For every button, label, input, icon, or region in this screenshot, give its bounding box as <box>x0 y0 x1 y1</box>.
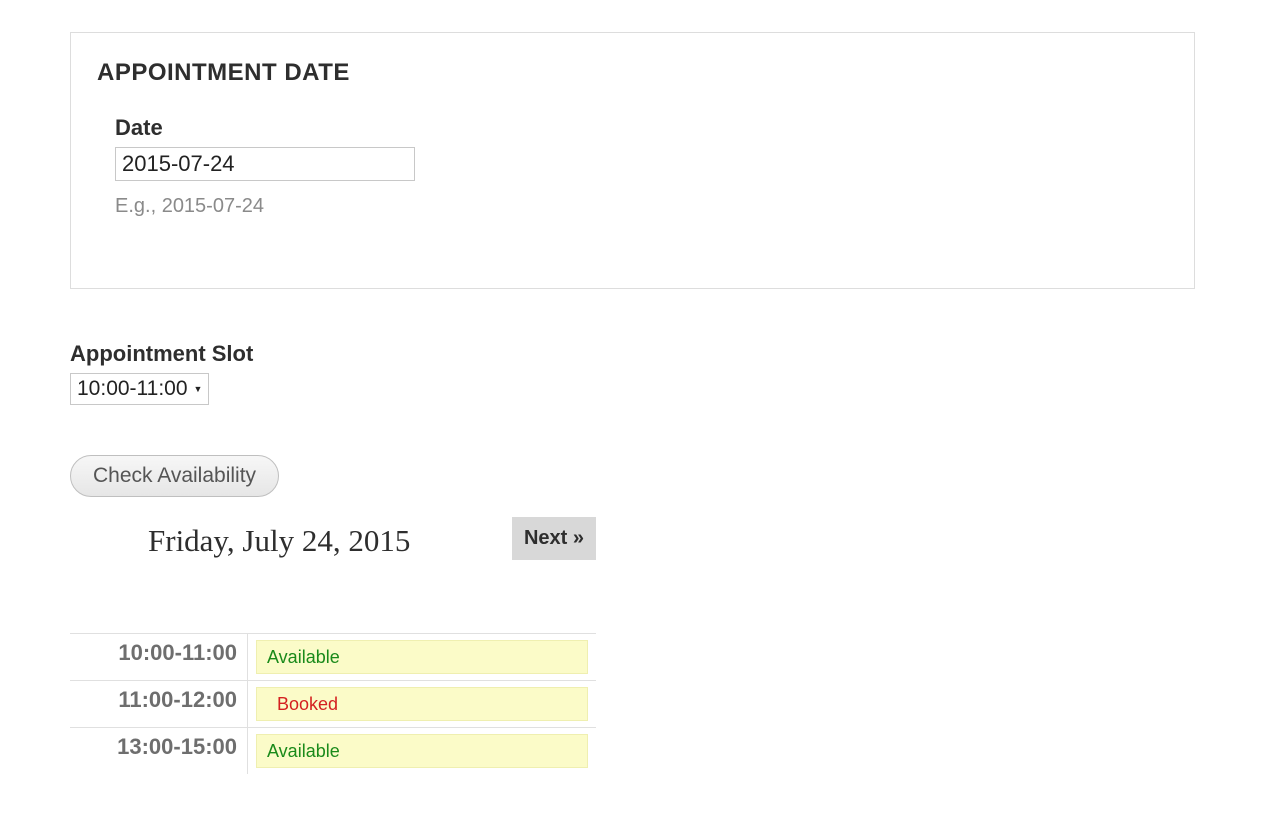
next-button[interactable]: Next » <box>512 517 596 560</box>
slot-status-cell: Booked <box>248 681 596 727</box>
check-availability-button[interactable]: Check Availability <box>70 455 279 497</box>
date-input[interactable] <box>115 147 415 181</box>
slot-time: 10:00-11:00 <box>70 634 248 680</box>
appointment-slot-select[interactable]: 10:00-11:00 ▼ <box>70 373 209 405</box>
slot-row: 11:00-12:00Booked <box>70 681 596 728</box>
date-label: Date <box>115 115 1174 141</box>
slot-row: 10:00-11:00Available <box>70 634 596 681</box>
appointment-slot-selected: 10:00-11:00 <box>77 377 188 401</box>
slot-status-cell: Available <box>248 634 596 680</box>
chevron-down-icon: ▼ <box>194 384 203 394</box>
slot-time: 13:00-15:00 <box>70 728 248 774</box>
slot-status-chip[interactable]: Available <box>256 640 588 674</box>
slot-status-chip[interactable]: Available <box>256 734 588 768</box>
date-hint: E.g., 2015-07-24 <box>115 195 1174 218</box>
day-view-title: Friday, July 24, 2015 <box>148 523 410 559</box>
slot-row: 13:00-15:00Available <box>70 728 596 774</box>
slot-status-cell: Available <box>248 728 596 774</box>
appointment-slot-label: Appointment Slot <box>70 341 1195 367</box>
slot-table: 10:00-11:00Available11:00-12:00Booked13:… <box>70 633 596 774</box>
slot-status-chip[interactable]: Booked <box>256 687 588 721</box>
fieldset-legend: APPOINTMENT DATE <box>97 59 1174 87</box>
appointment-date-fieldset: APPOINTMENT DATE Date E.g., 2015-07-24 <box>70 32 1195 289</box>
day-view[interactable]: Friday, July 24, 2015 Next » 10:00-11:00… <box>70 517 596 777</box>
slot-time: 11:00-12:00 <box>70 681 248 727</box>
